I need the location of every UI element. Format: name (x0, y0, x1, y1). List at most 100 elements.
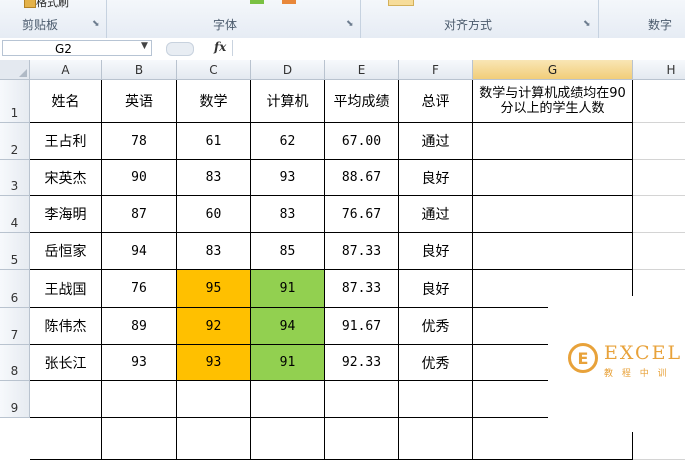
row-header-6[interactable]: 6 (0, 270, 30, 308)
table-cell[interactable]: 宋英杰 (30, 160, 102, 196)
cell[interactable] (251, 381, 325, 418)
cell[interactable] (102, 418, 177, 460)
row-header-3[interactable]: 3 (0, 160, 30, 196)
cell[interactable] (325, 381, 399, 418)
table-cell[interactable]: 93 (102, 345, 177, 381)
table-cell[interactable] (473, 160, 633, 196)
header-cell[interactable]: 英语 (102, 80, 177, 123)
selected-cell-g2[interactable] (473, 123, 633, 160)
table-cell[interactable]: 87 (102, 196, 177, 233)
cell[interactable] (399, 418, 473, 460)
font-color-icon[interactable] (282, 0, 296, 4)
table-cell[interactable]: 62 (251, 123, 325, 160)
cell[interactable] (633, 80, 685, 123)
table-cell[interactable]: 李海明 (30, 196, 102, 233)
table-cell[interactable]: 67.00 (325, 123, 399, 160)
table-cell[interactable]: 83 (177, 160, 251, 196)
formula-bar-resize-handle[interactable] (166, 42, 194, 56)
table-cell[interactable]: 岳恒家 (30, 233, 102, 270)
fill-color-icon[interactable] (250, 0, 264, 4)
table-cell[interactable]: 85 (251, 233, 325, 270)
formula-input[interactable] (232, 40, 685, 56)
table-cell[interactable]: 94 (251, 308, 325, 345)
table-cell[interactable]: 87.33 (325, 270, 399, 308)
table-cell[interactable]: 95 (177, 270, 251, 308)
column-header-g[interactable]: G (473, 60, 633, 80)
cell[interactable] (251, 418, 325, 460)
header-cell[interactable]: 计算机 (251, 80, 325, 123)
row-header-7[interactable]: 7 (0, 308, 30, 345)
table-cell[interactable]: 91 (251, 345, 325, 381)
table-cell[interactable]: 94 (102, 233, 177, 270)
wrap-text-button[interactable] (388, 0, 414, 6)
table-cell[interactable]: 92 (177, 308, 251, 345)
table-cell[interactable]: 78 (102, 123, 177, 160)
row-header-1[interactable]: 1 (0, 80, 30, 123)
row-header-9[interactable]: 9 (0, 381, 30, 418)
table-cell[interactable]: 91 (251, 270, 325, 308)
row-header-8[interactable]: 8 (0, 345, 30, 381)
header-cell[interactable]: 数学与计算机成绩均在90分以上的学生人数 (473, 80, 633, 123)
table-cell[interactable]: 张长江 (30, 345, 102, 381)
clipboard-launcher-icon[interactable]: ⬊ (92, 19, 100, 29)
cell[interactable] (325, 418, 399, 460)
column-header-h[interactable]: H (633, 60, 685, 80)
cell[interactable] (102, 381, 177, 418)
table-cell[interactable]: 通过 (399, 196, 473, 233)
table-cell[interactable] (473, 196, 633, 233)
table-cell[interactable]: 76 (102, 270, 177, 308)
table-cell[interactable]: 90 (102, 160, 177, 196)
table-cell[interactable]: 93 (251, 160, 325, 196)
table-cell[interactable]: 61 (177, 123, 251, 160)
table-cell[interactable]: 87.33 (325, 233, 399, 270)
table-cell[interactable]: 良好 (399, 233, 473, 270)
table-cell[interactable]: 89 (102, 308, 177, 345)
header-cell[interactable]: 平均成绩 (325, 80, 399, 123)
select-all-button[interactable] (0, 60, 30, 80)
table-cell[interactable]: 91.67 (325, 308, 399, 345)
format-painter-icon[interactable] (24, 0, 36, 8)
table-cell[interactable]: 83 (177, 233, 251, 270)
cell[interactable] (177, 418, 251, 460)
cell[interactable] (177, 381, 251, 418)
header-cell[interactable]: 数学 (177, 80, 251, 123)
table-cell[interactable]: 王占利 (30, 123, 102, 160)
cell[interactable] (633, 160, 685, 196)
row-header-4[interactable]: 4 (0, 196, 30, 233)
name-box[interactable]: G2 (2, 40, 152, 56)
table-cell[interactable]: 83 (251, 196, 325, 233)
table-cell[interactable]: 60 (177, 196, 251, 233)
row-header-2[interactable]: 2 (0, 123, 30, 160)
table-cell[interactable]: 陈伟杰 (30, 308, 102, 345)
font-launcher-icon[interactable]: ⬊ (346, 19, 354, 29)
table-cell[interactable]: 88.67 (325, 160, 399, 196)
header-cell[interactable]: 总评 (399, 80, 473, 123)
table-cell[interactable]: 优秀 (399, 345, 473, 381)
insert-function-icon[interactable]: fx (214, 40, 226, 54)
table-cell[interactable]: 通过 (399, 123, 473, 160)
header-cell[interactable]: 姓名 (30, 80, 102, 123)
table-cell[interactable]: 王战国 (30, 270, 102, 308)
column-header-b[interactable]: B (102, 60, 177, 80)
alignment-launcher-icon[interactable]: ⬊ (583, 19, 591, 29)
chevron-down-icon[interactable]: ▼ (141, 41, 148, 51)
cell[interactable] (30, 381, 102, 418)
column-header-a[interactable]: A (30, 60, 102, 80)
column-header-d[interactable]: D (251, 60, 325, 80)
column-header-f[interactable]: F (399, 60, 473, 80)
table-cell[interactable]: 良好 (399, 160, 473, 196)
format-painter-button[interactable]: 格式刷 (36, 0, 69, 10)
table-cell[interactable]: 92.33 (325, 345, 399, 381)
table-cell[interactable]: 优秀 (399, 308, 473, 345)
table-cell[interactable]: 76.67 (325, 196, 399, 233)
table-cell[interactable]: 93 (177, 345, 251, 381)
column-header-e[interactable]: E (325, 60, 399, 80)
cell[interactable] (633, 196, 685, 233)
cell[interactable] (633, 233, 685, 270)
cell[interactable] (30, 418, 102, 460)
column-header-c[interactable]: C (177, 60, 251, 80)
cell[interactable] (399, 381, 473, 418)
row-header-5[interactable]: 5 (0, 233, 30, 270)
cell[interactable] (633, 123, 685, 160)
table-cell[interactable] (473, 233, 633, 270)
